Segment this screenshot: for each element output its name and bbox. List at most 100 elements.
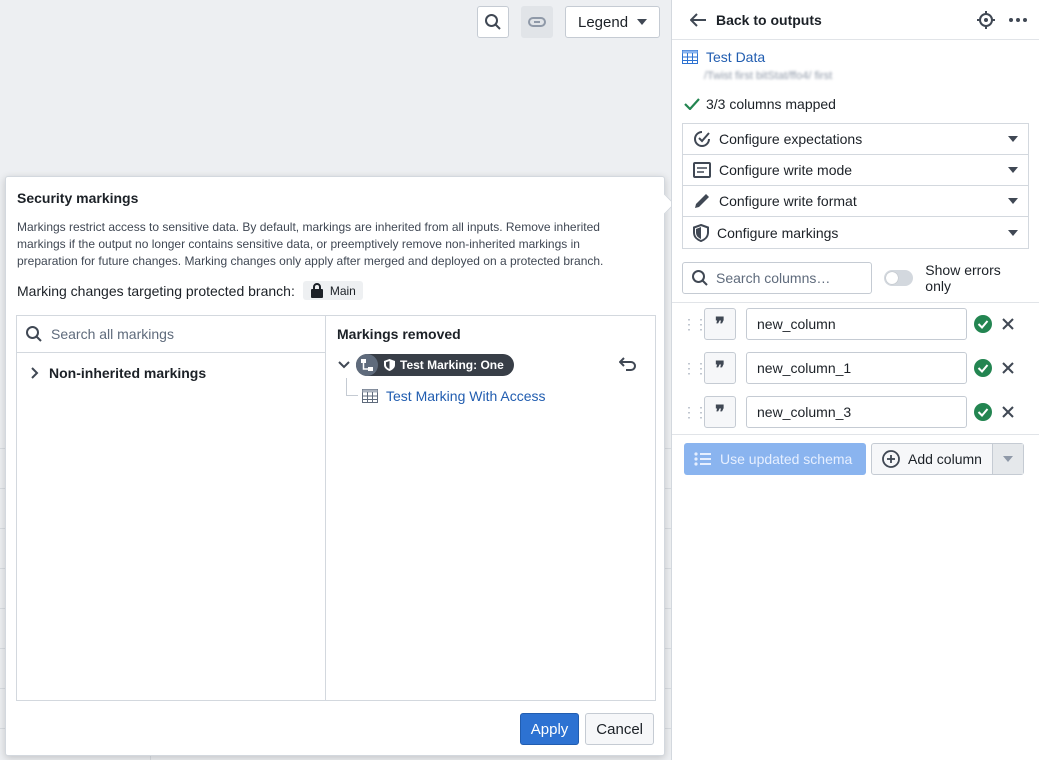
marking-pill: Test Marking: One <box>356 354 514 376</box>
more-icon[interactable] <box>1009 17 1027 22</box>
arrow-left-icon <box>690 12 706 27</box>
check-circle-icon <box>974 315 992 333</box>
drag-handle-icon[interactable]: ⋮⋮ <box>682 360 708 377</box>
drag-handle-icon[interactable]: ⋮⋮ <box>682 404 708 421</box>
locate-icon[interactable] <box>977 10 995 29</box>
markings-removed-panel: Markings removed Test Marking: One Test … <box>326 316 655 700</box>
list-icon <box>694 452 711 466</box>
table-icon <box>362 389 378 403</box>
quote-icon: ❞ <box>715 313 725 334</box>
caret-down-icon <box>637 19 647 25</box>
add-column-button[interactable]: Add column <box>872 444 993 474</box>
panel-header: Back to outputs <box>672 0 1039 40</box>
config-markings[interactable]: Configure markings <box>683 217 1028 248</box>
close-icon[interactable] <box>1002 318 1014 330</box>
legend-dropdown[interactable]: Legend <box>565 6 660 38</box>
show-errors-label: Show errors only <box>925 262 1001 294</box>
popover-title: Security markings <box>17 190 139 206</box>
check-icon <box>684 98 700 110</box>
divider <box>672 302 1039 303</box>
schema-actions: Use updated schema Add column <box>684 443 1024 475</box>
apply-button[interactable]: Apply <box>519 713 580 745</box>
add-circle-icon <box>882 450 900 468</box>
drag-handle-icon[interactable]: ⋮⋮ <box>682 316 708 333</box>
canvas-toolbar: Legend <box>477 6 660 38</box>
config-write-mode[interactable]: Configure write mode <box>683 155 1028 186</box>
column-search-row: Search columns… Show errors only <box>682 262 1029 294</box>
string-type-button[interactable]: ❞ <box>704 308 736 340</box>
tree-item-label: Non-inherited markings <box>49 365 207 381</box>
dataset-path: /Twist first bitStat/ffo4/ first <box>704 70 833 82</box>
chevron-right-icon <box>31 367 39 379</box>
popover-footer: Apply Cancel <box>519 713 654 745</box>
column-row: ⋮⋮ ❞ new_column_3 <box>682 396 1032 428</box>
dataset-link[interactable]: Test Data <box>682 49 765 65</box>
tree-item-non-inherited[interactable]: Non-inherited markings <box>17 353 325 381</box>
divider <box>672 434 1039 435</box>
markings-browser: Search all markings Non-inherited markin… <box>17 316 326 700</box>
dataset-title: Test Data <box>706 49 766 65</box>
close-icon[interactable] <box>1002 362 1014 374</box>
tree-connector <box>346 378 358 396</box>
quote-icon: ❞ <box>715 357 725 378</box>
close-icon[interactable] <box>1002 406 1014 418</box>
column-name-input[interactable]: new_column <box>746 308 967 340</box>
search-markings-input[interactable]: Search all markings <box>17 316 325 353</box>
column-name-input[interactable]: new_column_3 <box>746 396 967 428</box>
caret-down-icon <box>1008 229 1018 236</box>
config-list: Configure expectations Configure write m… <box>682 123 1029 249</box>
add-column-split-button: Add column <box>871 443 1024 475</box>
branch-line: Marking changes targeting protected bran… <box>17 281 363 300</box>
config-label: Configure expectations <box>719 131 863 147</box>
use-schema-label: Use updated schema <box>720 451 853 467</box>
link-toggle-button[interactable] <box>521 6 553 38</box>
back-to-outputs-button[interactable]: Back to outputs <box>690 12 977 28</box>
search-columns-placeholder: Search columns… <box>716 270 831 286</box>
use-updated-schema-button[interactable]: Use updated schema <box>684 443 866 475</box>
search-button[interactable] <box>477 6 509 38</box>
add-column-label: Add column <box>908 451 982 467</box>
cancel-button[interactable]: Cancel <box>585 713 654 745</box>
shield-icon <box>693 223 709 242</box>
search-icon <box>485 14 501 30</box>
check-circle-icon <box>974 359 992 377</box>
config-label: Configure write mode <box>719 162 853 178</box>
write-mode-icon <box>693 162 711 178</box>
undo-icon[interactable] <box>619 357 637 371</box>
removed-marking-row: Test Marking: One <box>338 354 514 376</box>
caret-down-icon <box>1008 198 1018 204</box>
caret-down-icon <box>1002 456 1013 462</box>
security-markings-popover: Security markings Markings restrict acce… <box>5 176 675 756</box>
config-label: Configure write format <box>719 193 857 209</box>
string-type-button[interactable]: ❞ <box>704 352 736 384</box>
caret-down-icon <box>1008 136 1018 142</box>
chevron-down-icon[interactable] <box>338 361 350 369</box>
branch-label: Marking changes targeting protected bran… <box>17 282 295 299</box>
caret-down-icon <box>1008 167 1018 173</box>
branch-name: Main <box>329 283 356 298</box>
popover-description: Markings restrict access to sensitive da… <box>17 220 604 268</box>
add-column-menu-button[interactable] <box>992 444 1023 474</box>
marking-child-link[interactable]: Test Marking With Access <box>362 388 546 404</box>
config-write-format[interactable]: Configure write format <box>683 186 1028 217</box>
config-expectations[interactable]: Configure expectations <box>683 124 1028 155</box>
pencil-icon <box>695 194 709 208</box>
search-icon <box>26 326 42 342</box>
expectations-icon <box>694 131 710 147</box>
check-circle-icon <box>974 403 992 421</box>
string-type-button[interactable]: ❞ <box>704 396 736 428</box>
marking-child-label: Test Marking With Access <box>386 388 546 404</box>
marking-pill-label: Test Marking: One <box>400 358 504 372</box>
back-label: Back to outputs <box>716 11 822 28</box>
mapped-status: 3/3 columns mapped <box>684 96 836 112</box>
show-errors-toggle[interactable] <box>883 270 914 286</box>
search-markings-placeholder: Search all markings <box>51 326 174 342</box>
shield-icon <box>384 359 395 371</box>
search-columns-input[interactable]: Search columns… <box>682 262 872 294</box>
column-name-input[interactable]: new_column_1 <box>746 352 967 384</box>
lock-icon <box>310 283 323 298</box>
link-icon <box>528 17 546 27</box>
markings-split-view: Search all markings Non-inherited markin… <box>16 315 656 701</box>
column-row: ⋮⋮ ❞ new_column <box>682 308 1032 340</box>
table-icon <box>682 50 698 64</box>
